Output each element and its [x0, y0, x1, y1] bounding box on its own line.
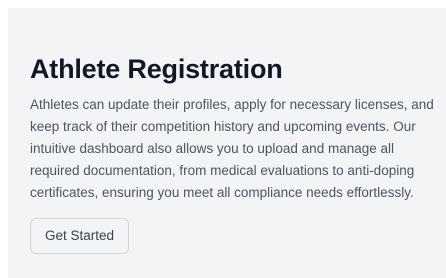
feature-card: Athlete Registration Athletes can update… [8, 8, 446, 278]
get-started-button[interactable]: Get Started [30, 218, 130, 254]
card-description: Athletes can update their profiles, appl… [30, 97, 434, 200]
card-title: Athlete Registration [30, 54, 283, 84]
